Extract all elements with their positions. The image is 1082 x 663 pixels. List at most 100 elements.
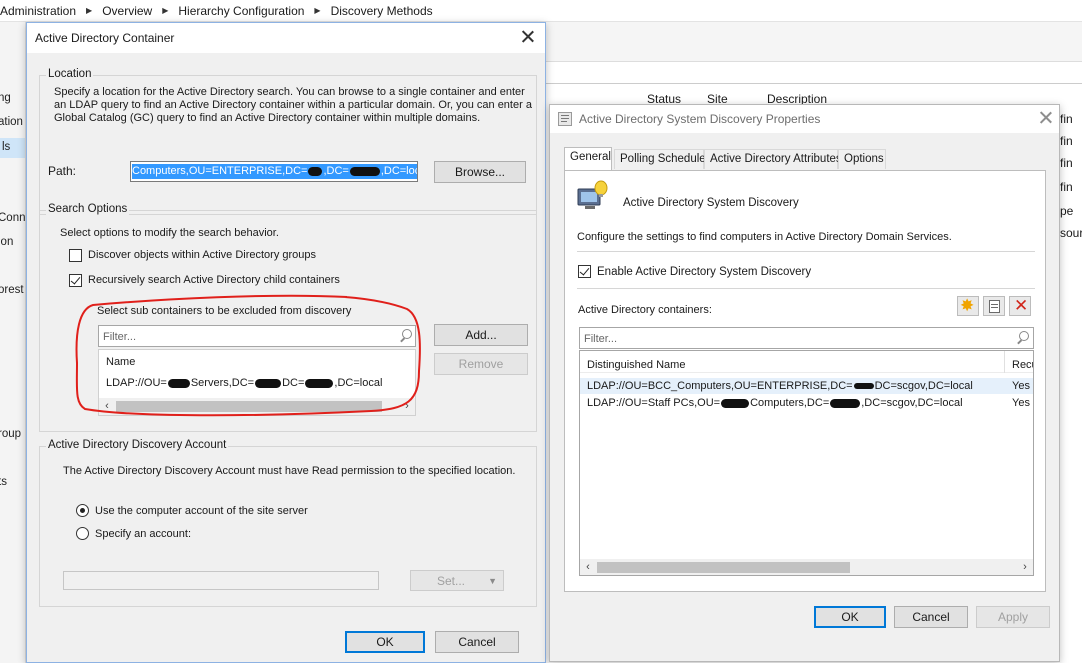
redacted-text bbox=[721, 398, 750, 408]
dialog-title: Active Directory Container bbox=[35, 31, 175, 45]
column-distinguished-name[interactable]: Distinguished Name bbox=[587, 359, 685, 372]
discover-groups-label: Discover objects within Active Directory… bbox=[88, 249, 317, 261]
path-field[interactable]: Computers,OU=ENTERPRISE,DC= ,DC= ,DC=local bbox=[130, 161, 418, 182]
scroll-left-icon[interactable]: ‹ bbox=[580, 559, 596, 575]
add-button[interactable]: Add... bbox=[434, 324, 528, 346]
location-group: Location Specify a location for the Acti… bbox=[39, 68, 537, 215]
scroll-right-icon[interactable]: › bbox=[1017, 559, 1033, 575]
breadcrumb-item-overview[interactable]: Overview bbox=[102, 4, 160, 18]
table-cell: pe bbox=[1060, 204, 1074, 218]
enable-discovery-checkbox[interactable] bbox=[578, 265, 591, 278]
location-legend: Location bbox=[46, 68, 94, 80]
search-options-description: Select options to modify the search beha… bbox=[60, 227, 279, 239]
specify-account-radio[interactable] bbox=[76, 527, 89, 540]
nav-item[interactable]: ation bbox=[0, 116, 23, 128]
tab-options[interactable]: Options bbox=[838, 149, 886, 169]
close-icon[interactable] bbox=[1037, 109, 1055, 127]
general-tab-panel: Active Directory System Discovery Config… bbox=[564, 170, 1046, 592]
account-field[interactable] bbox=[63, 571, 379, 590]
dn-text-end: ,DC=scgov,DC=local bbox=[861, 397, 963, 409]
browse-button[interactable]: Browse... bbox=[434, 161, 526, 183]
divider bbox=[577, 251, 1035, 252]
computer-discovery-icon bbox=[577, 180, 608, 209]
distinguished-name-cell: LDAP://OU=BCC_Computers,OU=ENTERPRISE,DC… bbox=[587, 380, 973, 393]
discovery-description: Configure the settings to find computers… bbox=[577, 231, 952, 243]
nav-item[interactable]: ts bbox=[0, 476, 7, 488]
cancel-button[interactable]: Cancel bbox=[894, 606, 968, 628]
nav-item[interactable]: ion bbox=[0, 236, 13, 248]
scrollbar-thumb[interactable] bbox=[597, 562, 850, 573]
dialog-title-bar: Active Directory Container bbox=[27, 23, 545, 53]
recursive-search-checkbox[interactable] bbox=[69, 274, 82, 287]
list-header: Distinguished Name Recu bbox=[580, 351, 1033, 373]
cancel-button[interactable]: Cancel bbox=[435, 631, 519, 653]
nav-item[interactable]: orest bbox=[0, 284, 24, 296]
delete-container-icon[interactable]: ✕ bbox=[1009, 296, 1031, 316]
discovery-account-group: Active Directory Discovery Account The A… bbox=[39, 439, 537, 607]
computer-account-label: Use the computer account of the site ser… bbox=[95, 505, 308, 517]
containers-list[interactable]: Distinguished Name Recu LDAP://OU=BCC_Co… bbox=[579, 350, 1034, 576]
nav-item-selected[interactable]: ls bbox=[0, 138, 25, 158]
ok-button[interactable]: OK bbox=[814, 606, 886, 628]
search-icon bbox=[1016, 331, 1030, 345]
breadcrumb-item-administration[interactable]: Administration bbox=[0, 4, 84, 18]
discovery-heading: Active Directory System Discovery bbox=[623, 197, 799, 209]
remove-button[interactable]: Remove bbox=[434, 353, 528, 375]
dialog-title: Active Directory System Discovery Proper… bbox=[579, 112, 821, 126]
table-row[interactable]: LDAP://OU=Staff PCs,OU= Computers,DC= ,DC=… bbox=[580, 395, 1033, 411]
recursive-cell: Yes bbox=[1012, 397, 1030, 409]
breadcrumb: Administration ▶ Overview ▶ Hierarchy Co… bbox=[0, 0, 1082, 22]
new-container-icon[interactable]: ✸ bbox=[957, 296, 979, 316]
dn-text-end: DC=scgov,DC=local bbox=[874, 380, 973, 392]
chevron-right-icon: ▶ bbox=[314, 6, 321, 15]
filter-placeholder: Filter... bbox=[584, 333, 618, 345]
redacted-text bbox=[308, 166, 323, 176]
close-icon[interactable] bbox=[519, 28, 537, 46]
apply-button[interactable]: Apply bbox=[976, 606, 1050, 628]
table-cell: fin bbox=[1060, 134, 1073, 148]
active-directory-container-dialog: Active Directory Container Location Spec… bbox=[26, 22, 546, 663]
breadcrumb-item-hierarchy[interactable]: Hierarchy Configuration bbox=[178, 4, 312, 18]
enable-discovery-label: Enable Active Directory System Discovery bbox=[597, 266, 812, 278]
distinguished-name-cell: LDAP://OU=Staff PCs,OU= Computers,DC= ,DC=… bbox=[587, 397, 963, 410]
chevron-right-icon: ▶ bbox=[86, 6, 93, 15]
path-text-mid: ,DC= bbox=[323, 165, 349, 177]
nav-item[interactable]: ng bbox=[0, 92, 11, 104]
nav-item[interactable]: roup bbox=[0, 428, 21, 440]
dn-text-mid: Computers,DC= bbox=[750, 397, 830, 409]
tab-strip: General Polling Schedule Active Director… bbox=[564, 147, 1044, 171]
horizontal-scrollbar[interactable]: ‹ › bbox=[580, 559, 1033, 575]
dialog-title-bar: Active Directory System Discovery Proper… bbox=[550, 105, 1059, 133]
table-cell: fin bbox=[1060, 180, 1073, 194]
tab-ad-attributes[interactable]: Active Directory Attributes bbox=[704, 149, 842, 169]
left-navigation: ng ation ls Conne ion orest roup ts bbox=[0, 22, 26, 663]
nav-item[interactable]: Conne bbox=[0, 212, 25, 224]
system-discovery-properties-dialog: Active Directory System Discovery Proper… bbox=[549, 104, 1060, 662]
set-account-button[interactable]: Set... ▼ bbox=[410, 570, 504, 591]
path-text-end: ,DC=local bbox=[380, 165, 417, 177]
breadcrumb-item-discovery[interactable]: Discovery Methods bbox=[331, 4, 441, 18]
ok-button[interactable]: OK bbox=[345, 631, 425, 653]
console-ribbon bbox=[545, 22, 1082, 62]
containers-label: Active Directory containers: bbox=[578, 304, 712, 316]
set-button-label: Set... bbox=[437, 574, 466, 588]
search-options-legend: Search Options bbox=[46, 203, 130, 215]
chevron-right-icon: ▶ bbox=[162, 6, 169, 15]
dn-text-start: LDAP://OU=Staff PCs,OU= bbox=[587, 397, 721, 409]
properties-icon bbox=[558, 112, 572, 126]
discover-groups-checkbox[interactable] bbox=[69, 249, 82, 262]
computer-account-radio[interactable] bbox=[76, 504, 89, 517]
redacted-text bbox=[830, 398, 861, 408]
column-divider bbox=[1004, 351, 1005, 373]
table-row[interactable]: LDAP://OU=BCC_Computers,OU=ENTERPRISE,DC… bbox=[580, 378, 1033, 394]
containers-filter-input[interactable]: Filter... bbox=[579, 327, 1034, 349]
tab-general[interactable]: General bbox=[564, 147, 612, 170]
recursive-search-label: Recursively search Active Directory chil… bbox=[88, 274, 340, 286]
discovery-account-legend: Active Directory Discovery Account bbox=[46, 439, 229, 451]
column-recursive[interactable]: Recu bbox=[1012, 359, 1033, 372]
tab-polling-schedule[interactable]: Polling Schedule bbox=[614, 149, 706, 169]
recursive-cell: Yes bbox=[1012, 380, 1030, 392]
table-cell: fin bbox=[1060, 156, 1073, 170]
edit-container-icon[interactable] bbox=[983, 296, 1005, 316]
dropdown-arrow-icon: ▼ bbox=[488, 576, 497, 586]
